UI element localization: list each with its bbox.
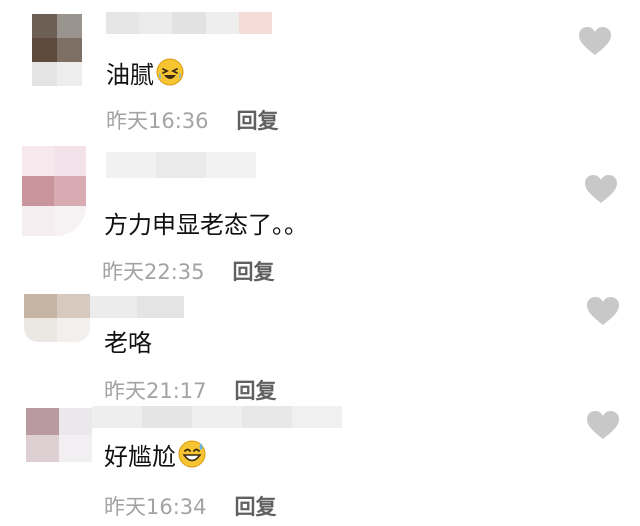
comment-meta: 昨天21:17 回复	[104, 375, 277, 405]
comment-time: 昨天21:17	[104, 379, 207, 403]
grinning-sweat-emoji-icon	[178, 440, 206, 468]
comment-text: 好尴尬	[104, 438, 206, 471]
comment-time: 昨天16:34	[104, 495, 207, 519]
like-heart-icon[interactable]	[578, 26, 612, 56]
comment-text-content: 老咯	[104, 328, 152, 357]
comment-time: 昨天16:36	[106, 109, 209, 133]
like-heart-icon[interactable]	[584, 174, 618, 204]
comment-text-content: 好尴尬	[104, 442, 176, 471]
username-blurred[interactable]	[92, 406, 342, 428]
like-heart-icon[interactable]	[586, 296, 620, 326]
comment-text: 方力申显老态了。。	[104, 206, 308, 239]
avatar[interactable]	[22, 146, 86, 236]
reply-button[interactable]: 回复	[235, 379, 277, 403]
avatar[interactable]	[32, 14, 82, 86]
comment-item: 方力申显老态了。。 昨天22:35 回复	[0, 140, 640, 290]
comment-item: 油腻 昨天16:36 回复	[0, 0, 640, 140]
comment-item: 好尴尬 昨天16:34 回复	[0, 402, 640, 526]
comment-time: 昨天22:35	[102, 260, 205, 284]
laughing-crying-emoji-icon	[156, 58, 184, 86]
comment-text-content: 油腻	[106, 60, 154, 89]
username-blurred[interactable]	[106, 152, 256, 178]
comment-meta: 昨天22:35 回复	[102, 256, 275, 286]
comment-text-content: 方力申显老态了。。	[104, 210, 308, 239]
comment-meta: 昨天16:36 回复	[106, 105, 279, 135]
comment-item: 老咯 昨天21:17 回复	[0, 290, 640, 405]
comment-text: 油腻	[106, 56, 184, 89]
username-blurred[interactable]	[90, 296, 184, 318]
username-blurred[interactable]	[106, 12, 273, 34]
reply-button[interactable]: 回复	[235, 495, 277, 519]
comment-meta: 昨天16:34 回复	[104, 491, 277, 521]
avatar[interactable]	[26, 408, 92, 462]
comment-text: 老咯	[104, 324, 152, 357]
reply-button[interactable]: 回复	[237, 109, 279, 133]
like-heart-icon[interactable]	[586, 410, 620, 440]
avatar[interactable]	[24, 294, 90, 342]
reply-button[interactable]: 回复	[233, 260, 275, 284]
